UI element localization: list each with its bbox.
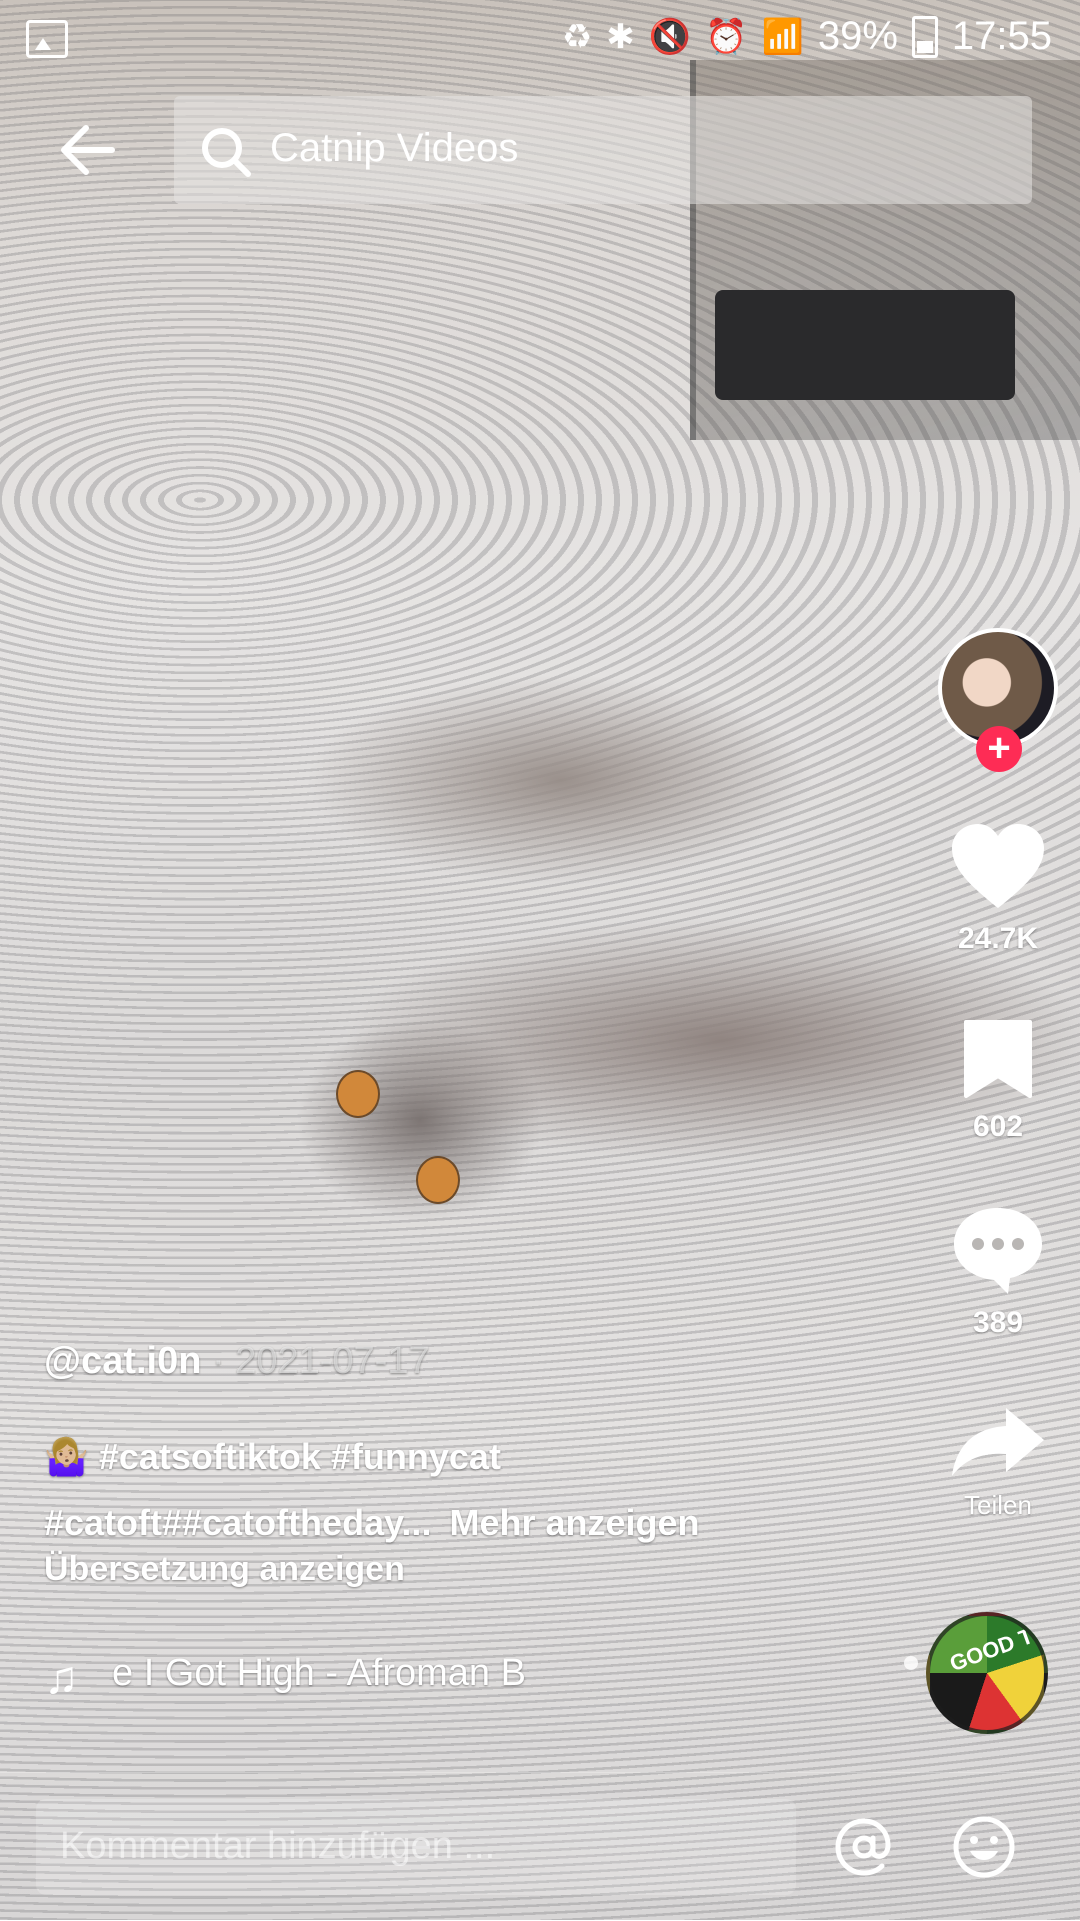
comment-input[interactable]: Kommentar hinzufügen ... — [36, 1799, 796, 1895]
arrow-left-icon — [61, 125, 115, 175]
status-bar: ♻ ✱ 🔇 ⏰ 📶 39% 17:55 — [0, 0, 1080, 76]
music-title[interactable]: e I Got High - Afroman B — [112, 1652, 526, 1695]
date-separator: · — [201, 1340, 236, 1382]
emoji-icon[interactable] — [950, 1813, 1018, 1881]
search-bar[interactable]: Catnip Videos — [174, 96, 1032, 204]
like-count: 24.7K — [957, 922, 1039, 955]
comment-count: 389 — [972, 1306, 1024, 1339]
wifi-icon: 📶 — [761, 17, 804, 56]
music-note-icon: ♫ — [44, 1651, 79, 1703]
bookmark-count: 602 — [972, 1110, 1024, 1143]
background-stool — [715, 290, 1015, 400]
search-icon — [202, 128, 251, 177]
post-date: 2021-07-17 — [235, 1340, 430, 1382]
battery-percent: 39% — [817, 14, 898, 58]
follow-button[interactable]: + — [976, 726, 1022, 772]
battery-saver-icon: ♻ — [561, 17, 593, 56]
comment-placeholder: Kommentar hinzufügen ... — [60, 1825, 496, 1867]
video-frame[interactable] — [0, 0, 1080, 1920]
bookmark-icon — [964, 1020, 1032, 1098]
mute-icon: 🔇 — [648, 17, 692, 56]
cat-eye-left — [336, 1070, 380, 1118]
like-button[interactable]: 24.7K — [938, 822, 1058, 956]
heart-icon — [952, 824, 1044, 908]
show-more-link[interactable]: Mehr anzeigen — [449, 1502, 699, 1543]
comment-icon — [954, 1208, 1042, 1294]
share-button[interactable]: Teilen — [938, 1404, 1058, 1521]
clock: 17:55 — [951, 14, 1052, 58]
share-label: Teilen — [964, 1490, 1032, 1520]
comment-bar: Kommentar hinzufügen ... — [0, 1772, 1080, 1921]
music-disc[interactable]: GOOD TI — [926, 1612, 1048, 1734]
share-arrow-icon — [952, 1408, 1044, 1476]
author-username[interactable]: @cat.i0n — [44, 1340, 201, 1382]
caption-description: 🤷🏼‍♀️ #catsoftiktok #funnycat #catoft##c… — [44, 1424, 804, 1556]
hashtags-line-1[interactable]: #catsoftiktok #funnycat — [89, 1436, 501, 1477]
show-translation-link[interactable]: Übersetzung anzeigen — [44, 1550, 405, 1589]
music-dot — [904, 1656, 918, 1670]
battery-icon — [911, 15, 938, 58]
comment-button[interactable]: 389 — [938, 1204, 1058, 1340]
gallery-icon — [26, 20, 68, 58]
caption-emoji: 🤷🏼‍♀️ — [44, 1436, 89, 1477]
mention-icon[interactable] — [830, 1813, 898, 1881]
bookmark-button[interactable]: 602 — [938, 1018, 1058, 1144]
music-disc-label: GOOD TI — [946, 1620, 1043, 1677]
hashtags-line-2[interactable]: #catoft##catoftheday... — [44, 1502, 431, 1543]
caption-author-line: @cat.i0n · 2021-07-17 — [44, 1340, 430, 1383]
back-button[interactable] — [58, 120, 128, 180]
search-query: Catnip Videos — [270, 126, 519, 170]
cat-eye-right — [416, 1156, 460, 1204]
bluetooth-icon: ✱ — [606, 17, 635, 56]
status-icons: ♻ ✱ 🔇 ⏰ 📶 39% 17:55 — [562, 14, 1052, 59]
alarm-icon: ⏰ — [705, 17, 748, 56]
